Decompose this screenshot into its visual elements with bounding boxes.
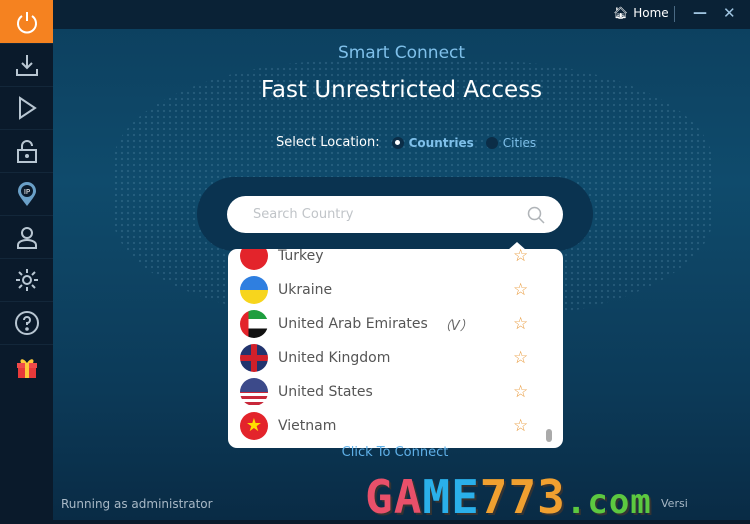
country-name: Turkey: [278, 249, 324, 264]
svg-text:IP: IP: [23, 188, 29, 196]
flag-uk: [240, 344, 268, 372]
close-button[interactable]: ✕: [723, 4, 736, 22]
star-icon[interactable]: ☆: [513, 348, 528, 368]
power-icon: [16, 11, 37, 33]
user-icon: [16, 227, 37, 249]
home-icon: 🏠︎: [613, 6, 629, 20]
star-icon[interactable]: ☆: [513, 249, 528, 266]
search-icon: [527, 206, 545, 224]
download-icon: [15, 55, 38, 76]
home-button[interactable]: 🏠︎ Home: [613, 6, 669, 20]
country-name: United States: [278, 384, 373, 400]
title-bar: 🏠︎ Home — ✕: [53, 0, 750, 29]
country-name: United Kingdom: [278, 350, 391, 366]
country-name: Ukraine: [278, 282, 333, 298]
sidebar-item-ip[interactable]: IP: [0, 173, 53, 216]
power-button[interactable]: [0, 0, 53, 44]
flag-vietnam: ★: [240, 412, 268, 440]
star-icon[interactable]: ☆: [513, 280, 528, 300]
flag-turkey: [240, 249, 268, 270]
country-name: Vietnam: [278, 418, 337, 434]
list-item[interactable]: United Arab Emirates （V） ☆: [228, 307, 563, 341]
gift-icon: [16, 358, 37, 378]
cities-option[interactable]: Cities: [503, 136, 536, 150]
flag-ukraine: [240, 276, 268, 304]
sidebar-item-play[interactable]: [0, 87, 53, 130]
flag-uae: [240, 310, 268, 338]
minimize-button[interactable]: —: [693, 5, 707, 21]
flag-us: [240, 378, 268, 406]
divider: [674, 6, 675, 22]
status-text: Running as administrator: [61, 497, 213, 511]
ip-location-icon: IP: [17, 182, 36, 206]
scrollbar[interactable]: [546, 429, 552, 442]
play-icon: [18, 96, 37, 120]
sidebar-item-help[interactable]: [0, 302, 53, 345]
radio-cities[interactable]: [485, 136, 498, 149]
list-item[interactable]: ★ Vietnam ☆: [228, 409, 563, 443]
country-list: Turkey ☆ Ukraine ☆ United Arab Emirates （V）…: [228, 249, 563, 448]
sidebar-item-gift[interactable]: [0, 345, 53, 388]
list-item[interactable]: Turkey ☆: [228, 249, 563, 273]
radio-countries[interactable]: [391, 136, 404, 149]
list-item[interactable]: Ukraine ☆: [228, 273, 563, 307]
star-icon[interactable]: ☆: [513, 382, 528, 402]
list-item[interactable]: United Kingdom ☆: [228, 341, 563, 375]
sidebar-item-account[interactable]: [0, 216, 53, 259]
country-name: United Arab Emirates: [278, 316, 428, 332]
star-icon[interactable]: ☆: [513, 314, 528, 334]
select-location-label: Select Location:: [276, 135, 380, 150]
gear-icon: [15, 269, 38, 291]
lock-icon: [16, 140, 37, 163]
search-placeholder: Search Country: [253, 207, 354, 222]
watermark-logo: GAME773.com: [365, 470, 652, 524]
sidebar-item-download[interactable]: [0, 44, 53, 87]
home-label: Home: [633, 6, 669, 20]
countries-option[interactable]: Countries: [409, 136, 474, 150]
connect-button[interactable]: Click To Connect: [53, 445, 737, 460]
sidebar-item-lock[interactable]: [0, 130, 53, 173]
page-title: Fast Unrestricted Access: [260, 77, 543, 103]
version-text: Versi: [661, 497, 688, 510]
star-icon[interactable]: ☆: [513, 416, 528, 436]
main-panel: 🏠︎ Home — ✕ Smart Connect Fast Unrestrict…: [53, 0, 750, 524]
help-icon: [14, 311, 39, 335]
search-input[interactable]: Search Country: [227, 196, 563, 233]
sidebar-item-settings[interactable]: [0, 259, 53, 302]
subtitle: Smart Connect: [337, 43, 466, 63]
vip-tag: （V）: [437, 318, 473, 334]
sidebar: IP: [0, 0, 53, 520]
list-item[interactable]: United States ☆: [228, 375, 563, 409]
